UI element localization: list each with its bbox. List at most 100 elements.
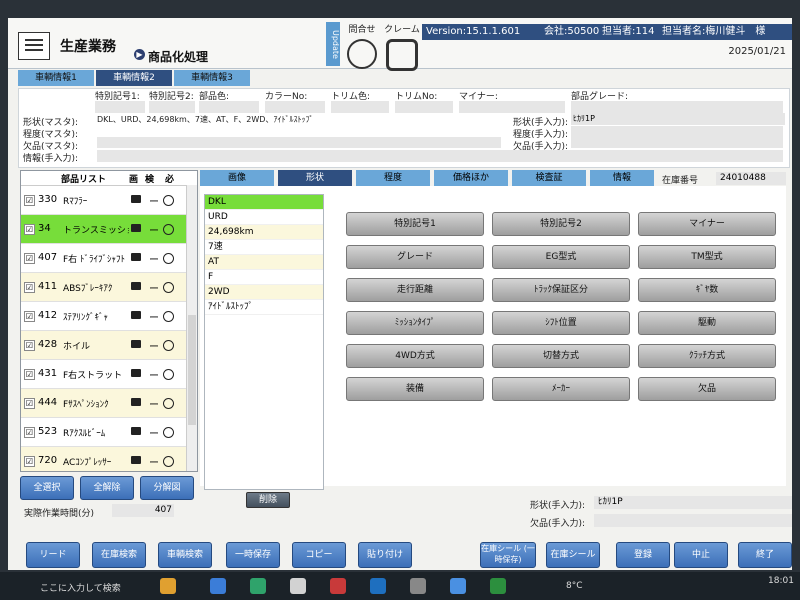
shape-attr-button[interactable]: 装備 xyxy=(346,377,484,401)
taskbar-app-icon[interactable] xyxy=(210,578,226,594)
camera-icon[interactable] xyxy=(131,398,141,406)
taskbar-app-icon[interactable] xyxy=(490,578,506,594)
temp-save-button[interactable]: 一時保存 xyxy=(226,542,280,568)
exit-button[interactable]: 終了 xyxy=(738,542,792,568)
paste-button[interactable]: 貼り付け xyxy=(358,542,412,568)
camera-icon[interactable] xyxy=(131,456,141,464)
shape-attr-button[interactable]: TM型式 xyxy=(638,245,776,269)
row-checkbox[interactable]: ☑ xyxy=(24,456,35,467)
shape-attr-button[interactable]: ﾒｰｶｰ xyxy=(492,377,630,401)
shape-attr-button[interactable]: マイナー xyxy=(638,212,776,236)
row-checkbox[interactable]: ☑ xyxy=(24,427,35,438)
tab-vehicle-info-3[interactable]: 車輌情報3 xyxy=(174,70,250,86)
stock-sticker-button[interactable]: 在庫シール xyxy=(546,542,600,568)
shape-attr-button[interactable]: 欠品 xyxy=(638,377,776,401)
shape-attr-button[interactable]: 駆動 xyxy=(638,311,776,335)
read-button[interactable]: リード xyxy=(26,542,80,568)
tab-image[interactable]: 画像 xyxy=(200,170,274,186)
delete-button[interactable]: 削除 xyxy=(246,492,290,508)
shape-value-item[interactable]: 2WD xyxy=(205,285,323,300)
tab-price[interactable]: 価格ほか xyxy=(434,170,508,186)
tab-info[interactable]: 情報 xyxy=(590,170,654,186)
parts-list-row[interactable]: ☑ 407 F右 ﾄﾞﾗｲﾌﾞｼｬﾌﾄ ー xyxy=(21,244,197,273)
select-all-button[interactable]: 全選択 xyxy=(20,476,74,500)
camera-icon[interactable] xyxy=(131,195,141,203)
shape-value-item[interactable]: AT xyxy=(205,255,323,270)
parts-list-row[interactable]: ☑ 411 ABSﾌﾞﾚｰｷｱｸ ー xyxy=(21,273,197,302)
shape-attr-button[interactable]: グレード xyxy=(346,245,484,269)
parts-list-row[interactable]: ☑34 トランスミッション ー xyxy=(21,215,197,244)
taskbar-app-icon[interactable] xyxy=(410,578,426,594)
stock-search-button[interactable]: 在庫検索 xyxy=(92,542,146,568)
row-checkbox[interactable]: ☑ xyxy=(24,398,35,409)
parts-list-row[interactable]: ☑ 444 Fｻｽﾍﾟﾝｼｮﾝｸ ー xyxy=(21,389,197,418)
shape-manual-field[interactable]: ﾋｶﾘ1P xyxy=(571,113,785,125)
shape-attr-button[interactable]: 特別記号2 xyxy=(492,212,630,236)
cancel-button[interactable]: 中止 xyxy=(674,542,728,568)
camera-icon[interactable] xyxy=(131,369,141,377)
bottom-shape-manual-field[interactable]: ﾋｶﾘ1P xyxy=(594,496,792,509)
inquiry-button[interactable]: 問合せ xyxy=(342,22,382,69)
shape-attr-button[interactable]: ｼﾌﾄ位置 xyxy=(492,311,630,335)
shape-value-item[interactable]: URD xyxy=(205,210,323,225)
shape-attr-button[interactable]: ｷﾞﾔ数 xyxy=(638,278,776,302)
exploded-view-button[interactable]: 分解図 xyxy=(140,476,194,500)
taskbar-app-icon[interactable] xyxy=(160,578,176,594)
parts-list-scrollbar[interactable] xyxy=(186,185,197,471)
shape-attr-button[interactable]: EG型式 xyxy=(492,245,630,269)
taskbar-app-icon[interactable] xyxy=(290,578,306,594)
shape-value-item[interactable]: 7速 xyxy=(205,240,323,255)
shape-attr-button[interactable]: 切替方式 xyxy=(492,344,630,368)
shape-attr-button[interactable]: ﾄﾗｯｸ保証区分 xyxy=(492,278,630,302)
shape-value-item[interactable]: DKL xyxy=(205,195,323,210)
missing-manual-field[interactable] xyxy=(571,137,783,148)
tab-inspection[interactable]: 検査証 xyxy=(512,170,586,186)
grade-manual-field[interactable] xyxy=(571,126,783,137)
camera-icon[interactable] xyxy=(131,253,141,261)
camera-icon[interactable] xyxy=(131,311,141,319)
claim-button[interactable]: クレーム xyxy=(382,22,422,71)
info-manual-field[interactable] xyxy=(97,150,783,162)
scrollbar-thumb[interactable] xyxy=(188,315,196,425)
parts-list-row[interactable]: ☑ 523 Rｱｸｽﾙﾋﾞｰﾑ ー xyxy=(21,418,197,447)
taskbar-app-icon[interactable] xyxy=(250,578,266,594)
bottom-missing-manual-field[interactable] xyxy=(594,514,792,527)
stock-sticker-temp-button[interactable]: 在庫シール (一時保存) xyxy=(480,542,536,568)
row-checkbox[interactable]: ☑ xyxy=(24,369,35,380)
row-checkbox[interactable]: ☑ xyxy=(24,282,35,293)
row-checkbox[interactable]: ☑ xyxy=(24,253,35,264)
camera-icon[interactable] xyxy=(131,282,141,290)
update-tab[interactable]: Update xyxy=(326,22,340,66)
row-checkbox[interactable]: ☑ xyxy=(24,340,35,351)
tab-vehicle-info-2[interactable]: 車輌情報2 xyxy=(96,70,172,86)
row-checkbox[interactable]: ☑ xyxy=(24,224,35,235)
shape-value-item[interactable]: F xyxy=(205,270,323,285)
vehicle-search-button[interactable]: 車輌検索 xyxy=(158,542,212,568)
camera-icon[interactable] xyxy=(131,427,141,435)
tab-grade[interactable]: 程度 xyxy=(356,170,430,186)
camera-icon[interactable] xyxy=(131,224,141,232)
shape-attr-button[interactable]: 走行距離 xyxy=(346,278,484,302)
parts-list-row[interactable]: ☑ 412 ｽﾃｱﾘﾝｸﾞｷﾞｬ ー xyxy=(21,302,197,331)
taskbar-app-icon[interactable] xyxy=(330,578,346,594)
register-button[interactable]: 登録 xyxy=(616,542,670,568)
taskbar-app-icon[interactable] xyxy=(450,578,466,594)
clear-all-button[interactable]: 全解除 xyxy=(80,476,134,500)
shape-attr-button[interactable]: 4WD方式 xyxy=(346,344,484,368)
tab-shape[interactable]: 形状 xyxy=(278,170,352,186)
taskbar-search[interactable]: ここに入力して検索 xyxy=(40,581,121,594)
shape-attr-button[interactable]: ﾐｯｼｮﾝﾀｲﾌﾟ xyxy=(346,311,484,335)
copy-button[interactable]: コピー xyxy=(292,542,346,568)
parts-list-row[interactable]: ☑ 431 F右ストラット ー xyxy=(21,360,197,389)
shape-value-item[interactable]: ｱｲﾄﾞﾙｽﾄｯﾌﾟ xyxy=(205,300,323,315)
taskbar-app-icon[interactable] xyxy=(370,578,386,594)
parts-list-row[interactable]: ☑ 330 Rﾏﾌﾗｰ ー xyxy=(21,186,197,215)
row-checkbox[interactable]: ☑ xyxy=(24,195,35,206)
shape-value-item[interactable]: 24,698km xyxy=(205,225,323,240)
shape-attr-button[interactable]: 特別記号1 xyxy=(346,212,484,236)
shape-attr-button[interactable]: ｸﾗｯﾁ方式 xyxy=(638,344,776,368)
parts-list-row[interactable]: ☑ 720 ACｺﾝﾌﾟﾚｯｻｰ ー xyxy=(21,447,197,471)
parts-list-row[interactable]: ☑ 428 ホイル ー xyxy=(21,331,197,360)
row-checkbox[interactable]: ☑ xyxy=(24,311,35,322)
camera-icon[interactable] xyxy=(131,340,141,348)
